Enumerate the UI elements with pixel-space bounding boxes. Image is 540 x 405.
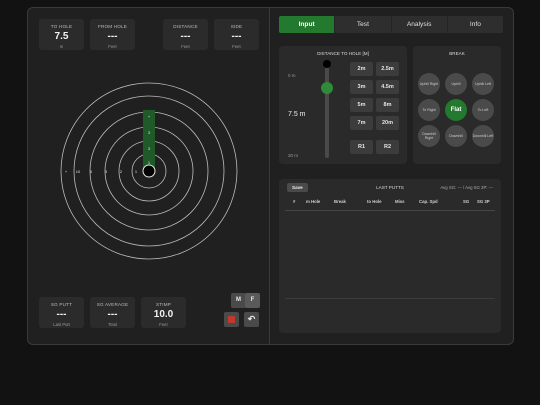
distance-slider-thumb[interactable]	[321, 81, 333, 94]
ring-label-2: 2	[120, 169, 123, 174]
ring-label-3: 3	[105, 169, 108, 174]
stimp-unit: Feet	[159, 322, 168, 327]
r1-button[interactable]: R1	[350, 140, 373, 154]
break-downhill[interactable]: Downhill	[445, 125, 467, 147]
col-sg-3p: SG 3P	[477, 199, 490, 204]
sg-average-unit: Total	[108, 322, 117, 327]
break-to-right[interactable]: To Right	[418, 99, 440, 121]
col-cap-spd: Cap. Spd	[419, 199, 438, 204]
tab-bar: Input Test Analysis Info	[279, 16, 503, 33]
to-hole-value: 7.5	[54, 31, 69, 42]
break-uphill[interactable]: Uphill	[445, 73, 467, 95]
sg-putt-title: SG PUTT	[50, 302, 73, 307]
side-card: SIDE --- Feet	[214, 19, 259, 50]
sg-putt-value: ---	[56, 309, 67, 320]
distance-card: DISTANCE --- Feet	[163, 19, 208, 50]
stimp-card: STIMP 10.0 Feet	[141, 297, 186, 328]
last-putts-title: LAST PUTTS	[376, 185, 404, 190]
tab-input[interactable]: Input	[279, 16, 336, 33]
col-to-hole: to Hole	[367, 199, 382, 204]
hole	[142, 164, 156, 178]
col-sg: SG	[463, 199, 470, 204]
r2-button[interactable]: R2	[376, 140, 399, 154]
break-uphill-left[interactable]: Uphill Left	[472, 73, 494, 95]
distance-button-20m[interactable]: 20m	[376, 116, 399, 130]
distance-button-2-5m[interactable]: 2.5m	[376, 62, 399, 76]
average-sg-text: Avg SG: --- / Avg SG 3P: ---	[440, 185, 493, 190]
distance-button-7m[interactable]: 7m	[350, 116, 373, 130]
ring-label-6: 6	[90, 169, 93, 174]
sg-average-title: SG AVERAGE	[96, 302, 129, 307]
from-hole-card: FROM HOLE --- Feet	[90, 19, 135, 50]
break-to-left[interactable]: To Left	[472, 99, 494, 121]
break-uphill-right[interactable]: Uphill Right	[418, 73, 440, 95]
col-m-hole: m Hole	[306, 199, 321, 204]
putting-target[interactable]: + 3 3 1 + 10 6 3 2 1	[58, 80, 240, 262]
distance-button-3m[interactable]: 3m	[350, 80, 373, 94]
tab-analysis[interactable]: Analysis	[392, 16, 448, 33]
m-button[interactable]: M	[231, 293, 246, 308]
slider-top-cap-icon	[323, 60, 331, 68]
sg-putt-unit: Last Putt	[53, 322, 70, 327]
col-break: Break	[334, 199, 346, 204]
distance-panel: DISTANCE TO HOLE [M] 0 m 7.5 m 30 m 2m 2…	[279, 46, 407, 164]
distance-title: DISTANCE	[173, 24, 198, 29]
distance-value: ---	[180, 31, 191, 42]
distance-button-4-5m[interactable]: 4.5m	[376, 80, 399, 94]
distance-panel-title: DISTANCE TO HOLE [M]	[317, 51, 369, 56]
ring-label-plus: +	[65, 169, 68, 174]
sg-putt-card: SG PUTT --- Last Putt	[39, 297, 84, 328]
distance-button-8m[interactable]: 8m	[376, 98, 399, 112]
f-button[interactable]: F	[245, 293, 260, 308]
sg-average-card: SG AVERAGE --- Total	[90, 297, 135, 328]
stop-button[interactable]	[224, 312, 239, 327]
break-flat[interactable]: Flat	[445, 99, 467, 121]
break-downhill-right[interactable]: Downhill Right	[418, 125, 440, 147]
tab-info[interactable]: Info	[448, 16, 503, 33]
distance-button-5m[interactable]: 5m	[350, 98, 373, 112]
ring-label-1: 1	[135, 169, 138, 174]
save-button[interactable]: Save	[287, 183, 308, 192]
break-panel: BREAK Uphill Right Uphill Uphill Left To…	[413, 46, 501, 164]
table-footer-rule	[285, 298, 495, 299]
side-value: ---	[231, 31, 242, 42]
distance-slider-track[interactable]	[325, 64, 329, 158]
stop-icon	[228, 316, 235, 323]
slider-current-value: 7.5 m	[288, 111, 306, 118]
from-hole-value: ---	[107, 31, 118, 42]
table-header-rule	[285, 210, 495, 211]
col-number: #	[293, 199, 296, 204]
slider-bottom-label: 30 m	[288, 153, 299, 158]
undo-button[interactable]: ↶	[244, 312, 259, 327]
device-frame: TO HOLE 7.5 m FROM HOLE --- Feet DISTANC…	[27, 7, 514, 345]
undo-icon: ↶	[247, 314, 256, 324]
tab-test[interactable]: Test	[335, 16, 392, 33]
to-hole-card: TO HOLE 7.5 m	[39, 19, 84, 50]
ring-label-10: 10	[76, 169, 81, 174]
putts-table-header: # m Hole Break to Hole Miss Cap. Spd SG …	[285, 199, 495, 209]
to-hole-unit: m	[59, 44, 64, 49]
panel-divider	[269, 8, 270, 344]
from-hole-unit: Feet	[108, 44, 117, 49]
col-miss: Miss	[395, 199, 405, 204]
stimp-value: 10.0	[153, 309, 174, 320]
sg-average-value: ---	[107, 309, 118, 320]
distance-unit: Feet	[181, 44, 190, 49]
slider-top-label: 0 m	[288, 73, 296, 78]
side-title: SIDE	[230, 24, 243, 29]
last-putts-panel: Save LAST PUTTS Avg SG: --- / Avg SG 3P:…	[279, 179, 501, 333]
stimp-title: STIMP	[155, 302, 172, 307]
break-downhill-left[interactable]: Downhill Left	[472, 125, 494, 147]
distance-button-2m[interactable]: 2m	[350, 62, 373, 76]
from-hole-title: FROM HOLE	[97, 24, 128, 29]
to-hole-title: TO HOLE	[50, 24, 73, 29]
break-panel-title: BREAK	[449, 51, 465, 56]
side-unit: Feet	[232, 44, 241, 49]
